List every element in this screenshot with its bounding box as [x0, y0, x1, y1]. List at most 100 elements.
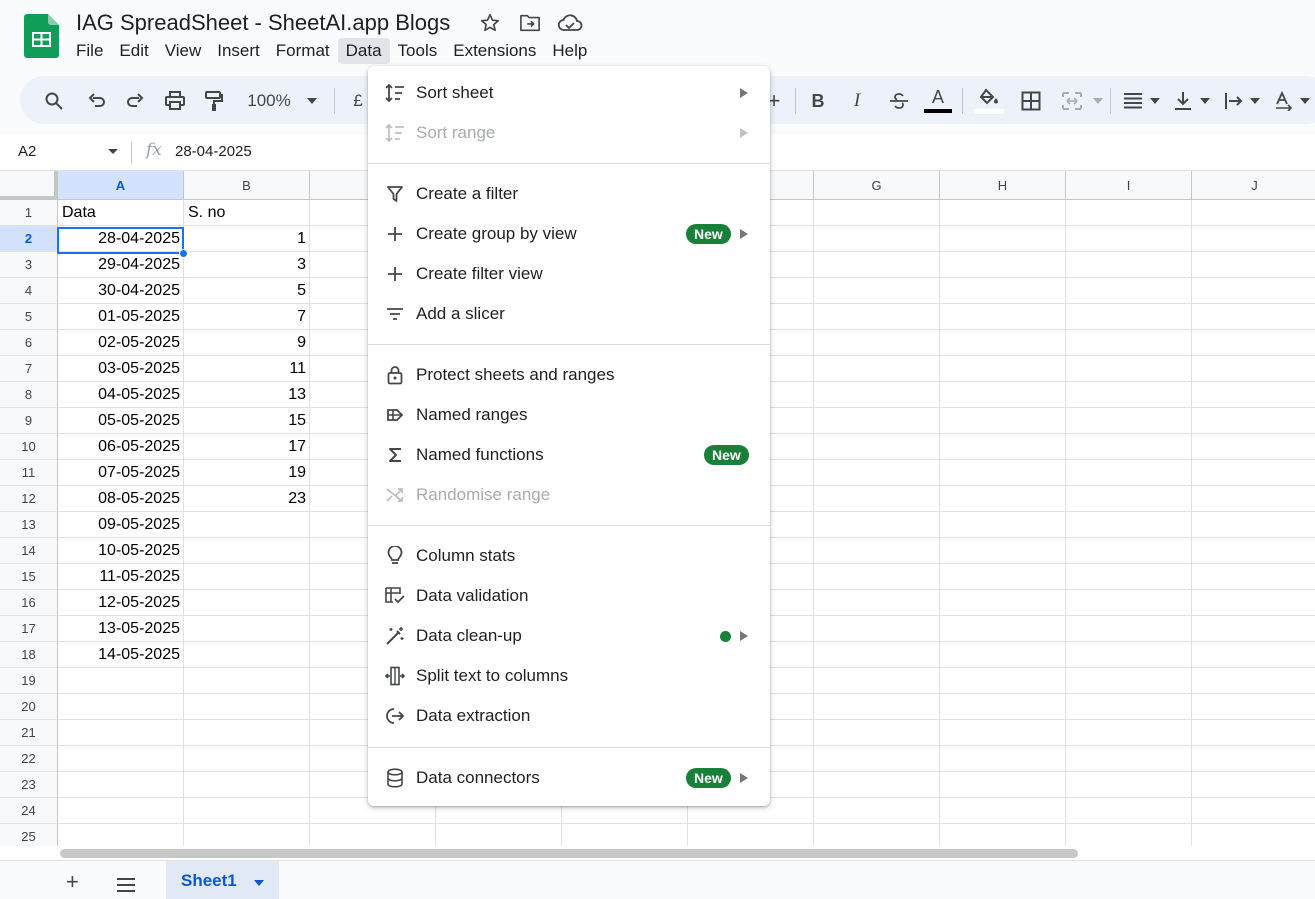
menu-item-named-ranges[interactable]: Named ranges [368, 395, 770, 435]
menu-item-create-group-by-view[interactable]: Create group by view New [368, 214, 770, 254]
menu-item-add-a-slicer[interactable]: Add a slicer [368, 294, 770, 334]
row-header-17[interactable]: 17 [0, 616, 58, 642]
row-header-4[interactable]: 4 [0, 278, 58, 304]
row-header-11[interactable]: 11 [0, 460, 58, 486]
row-header-21[interactable]: 21 [0, 720, 58, 746]
menu-view[interactable]: View [157, 38, 210, 64]
column-header-g[interactable]: G [814, 171, 940, 200]
align-chevron-down-icon[interactable] [1148, 88, 1162, 114]
table-cell[interactable]: 07-05-2025 [58, 460, 184, 486]
bold-icon[interactable]: B [808, 88, 828, 114]
print-icon[interactable] [161, 88, 189, 114]
strikethrough-icon[interactable] [887, 88, 911, 114]
table-cell[interactable]: 10-05-2025 [58, 538, 184, 564]
row-header-24[interactable]: 24 [0, 798, 58, 824]
menu-help[interactable]: Help [544, 38, 595, 64]
row-header-20[interactable]: 20 [0, 694, 58, 720]
wrap-chevron-down-icon[interactable] [1248, 88, 1262, 114]
menu-item-named-functions[interactable]: Named functions New [368, 435, 770, 475]
currency-format-icon[interactable]: £ [350, 88, 366, 114]
name-box[interactable]: A2 [18, 143, 36, 160]
table-cell[interactable]: 30-04-2025 [58, 278, 184, 304]
fill-color-icon[interactable] [974, 88, 1004, 114]
table-cell[interactable]: 04-05-2025 [58, 382, 184, 408]
rotation-chevron-down-icon[interactable] [1298, 88, 1312, 114]
row-header-15[interactable]: 15 [0, 564, 58, 590]
menu-item-data-extraction[interactable]: Data extraction [368, 696, 770, 736]
menu-item-data-validation[interactable]: Data validation [368, 576, 770, 616]
redo-icon[interactable] [122, 88, 148, 114]
table-cell[interactable]: 05-05-2025 [58, 408, 184, 434]
table-cell[interactable]: 06-05-2025 [58, 434, 184, 460]
menu-data[interactable]: Data [337, 38, 390, 64]
table-cell[interactable]: 08-05-2025 [58, 486, 184, 512]
menu-item-data-connectors[interactable]: Data connectors New [368, 758, 770, 798]
zoom-chevron-down-icon[interactable] [304, 88, 320, 114]
undo-icon[interactable] [84, 88, 110, 114]
row-header-25[interactable]: 25 [0, 824, 58, 846]
merge-cells-icon[interactable] [1060, 88, 1084, 114]
all-sheets-menu-icon[interactable] [117, 878, 135, 896]
select-all-corner[interactable] [0, 171, 58, 200]
text-wrapping-icon[interactable] [1222, 88, 1246, 114]
table-cell[interactable]: 02-05-2025 [58, 330, 184, 356]
italic-icon[interactable]: I [847, 88, 867, 114]
menu-item-sort-sheet[interactable]: Sort sheet [368, 73, 770, 113]
menu-item-create-filter-view[interactable]: Create filter view [368, 254, 770, 294]
table-cell[interactable]: Data [58, 200, 184, 226]
column-header-h[interactable]: H [940, 171, 1066, 200]
star-icon[interactable] [476, 11, 504, 35]
table-cell[interactable]: 03-05-2025 [58, 356, 184, 382]
merge-chevron-down-icon[interactable] [1092, 88, 1104, 114]
row-header-14[interactable]: 14 [0, 538, 58, 564]
menu-insert[interactable]: Insert [209, 38, 268, 64]
fill-handle[interactable] [179, 249, 188, 258]
menu-item-sort-range[interactable]: Sort range [368, 113, 770, 153]
column-header-b[interactable]: B [184, 171, 310, 200]
menu-format[interactable]: Format [268, 38, 338, 64]
name-box-chevron-down-icon[interactable] [108, 149, 118, 154]
row-header-13[interactable]: 13 [0, 512, 58, 538]
table-cell[interactable]: 13 [184, 382, 310, 408]
horizontal-scrollbar[interactable] [0, 846, 1315, 860]
table-cell[interactable]: 09-05-2025 [58, 512, 184, 538]
table-cell[interactable]: 01-05-2025 [58, 304, 184, 330]
menu-tools[interactable]: Tools [390, 38, 446, 64]
row-header-1[interactable]: 1 [0, 200, 58, 226]
cloud-saved-icon[interactable] [556, 11, 584, 35]
row-header-2[interactable]: 2 [0, 226, 58, 252]
row-header-10[interactable]: 10 [0, 434, 58, 460]
row-header-18[interactable]: 18 [0, 642, 58, 668]
table-cell[interactable]: 11-05-2025 [58, 564, 184, 590]
table-cell[interactable]: 17 [184, 434, 310, 460]
horizontal-align-icon[interactable] [1122, 88, 1144, 114]
menu-item-randomise-range[interactable]: Randomise range [368, 475, 770, 515]
row-header-22[interactable]: 22 [0, 746, 58, 772]
table-cell[interactable]: 11 [184, 356, 310, 382]
document-title[interactable]: IAG SpreadSheet - SheetAI.app Blogs [76, 10, 450, 36]
table-cell[interactable]: S. no [184, 200, 310, 226]
row-header-6[interactable]: 6 [0, 330, 58, 356]
paint-format-icon[interactable] [200, 88, 228, 114]
row-header-19[interactable]: 19 [0, 668, 58, 694]
table-cell[interactable]: 7 [184, 304, 310, 330]
table-cell[interactable]: 14-05-2025 [58, 642, 184, 668]
table-cell[interactable]: 12-05-2025 [58, 590, 184, 616]
table-cell[interactable]: 9 [184, 330, 310, 356]
search-menus-icon[interactable] [40, 88, 68, 114]
valign-chevron-down-icon[interactable] [1198, 88, 1212, 114]
table-cell[interactable]: 3 [184, 252, 310, 278]
sheet-tab-sheet1[interactable]: Sheet1 [166, 861, 279, 899]
row-header-8[interactable]: 8 [0, 382, 58, 408]
add-sheet-button[interactable]: + [66, 871, 79, 893]
row-header-23[interactable]: 23 [0, 772, 58, 798]
table-cell[interactable]: 29-04-2025 [58, 252, 184, 278]
column-header-a[interactable]: A [58, 171, 184, 200]
move-to-folder-icon[interactable] [516, 11, 544, 35]
table-cell[interactable]: 1 [184, 226, 310, 252]
menu-item-split-text-to-columns[interactable]: Split text to columns [368, 656, 770, 696]
table-cell[interactable]: 23 [184, 486, 310, 512]
formula-input[interactable]: 28-04-2025 [175, 143, 252, 160]
text-rotation-icon[interactable] [1272, 88, 1296, 114]
sheet-tab-chevron-down-icon[interactable] [254, 880, 264, 886]
